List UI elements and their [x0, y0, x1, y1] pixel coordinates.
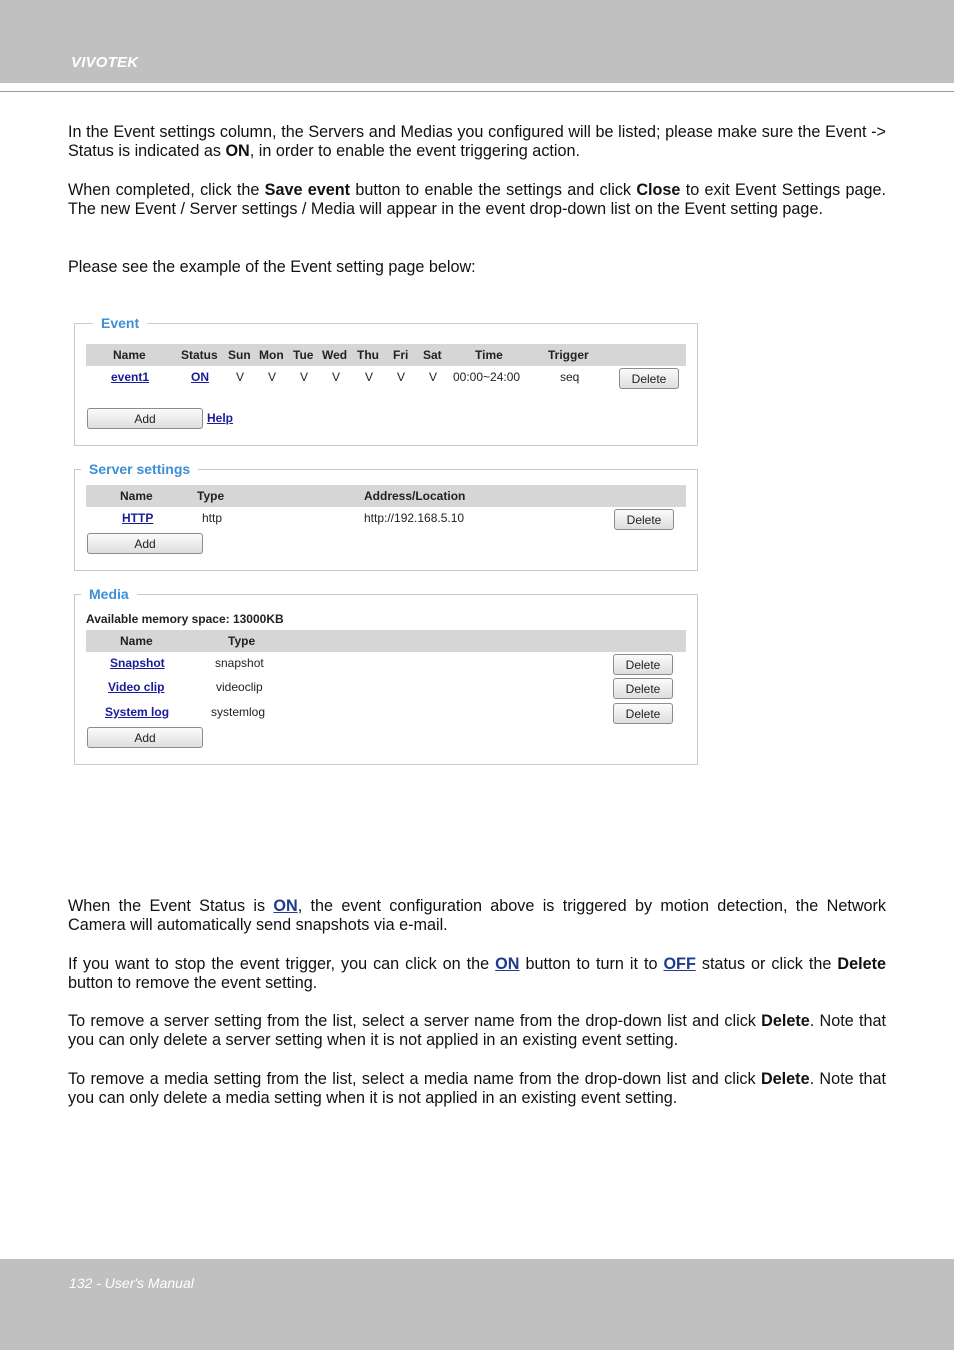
header-divider	[0, 91, 954, 92]
event-legend: Event	[93, 315, 148, 331]
server-delete-button[interactable]: Delete	[614, 509, 674, 530]
media-add-button[interactable]: Add	[87, 727, 203, 748]
event-trigger: seq	[560, 370, 580, 384]
intro-paragraph-3: Please see the example of the Event sett…	[68, 258, 476, 276]
media-delete-button[interactable]: Delete	[613, 678, 673, 699]
server-add-button[interactable]: Add	[87, 533, 203, 554]
day-tue: V	[300, 370, 309, 384]
available-memory: Available memory space: 13000KB	[86, 612, 284, 626]
page-footer	[0, 1259, 954, 1350]
text: button to enable the settings and click	[350, 181, 637, 199]
server-settings-legend: Server settings	[81, 461, 199, 477]
event-panel: Event Name Status Sun Mon Tue Wed Thu Fr…	[74, 315, 698, 446]
event-time: 00:00~24:00	[453, 370, 521, 384]
page-header: VIVOTEK	[0, 0, 954, 83]
media-type: videoclip	[216, 680, 263, 694]
bold-save-event: Save event	[264, 181, 351, 199]
server-table-header: Name Type Address/Location	[86, 485, 686, 507]
day-mon: V	[268, 370, 277, 384]
bold-close: Close	[636, 181, 681, 199]
col-name: Name	[120, 634, 153, 648]
text: When the Event Status is	[68, 897, 274, 915]
text: , in order to enable the event triggerin…	[249, 142, 581, 160]
on-link[interactable]: ON	[273, 897, 297, 915]
col-time: Time	[475, 348, 503, 362]
event-delete-button[interactable]: Delete	[619, 368, 679, 389]
col-status: Status	[181, 348, 218, 362]
col-trigger: Trigger	[548, 348, 589, 362]
text: status or click the	[695, 955, 838, 973]
server-address: http://192.168.5.10	[364, 511, 465, 525]
text: If you want to stop the event trigger, y…	[68, 955, 496, 973]
media-table-header: Name Type	[86, 630, 686, 652]
day-wed: V	[332, 370, 341, 384]
text: button to turn it to	[519, 955, 664, 973]
media-type: systemlog	[211, 705, 266, 719]
intro-paragraph-2: When completed, click the Save event but…	[68, 181, 886, 219]
col-type: Type	[197, 489, 225, 503]
help-link[interactable]: Help	[207, 411, 233, 425]
col-tue: Tue	[293, 348, 314, 362]
media-delete-button[interactable]: Delete	[613, 654, 673, 675]
day-sun: V	[236, 370, 245, 384]
note-paragraph-4: To remove a media setting from the list,…	[68, 1070, 886, 1108]
bold-delete: Delete	[837, 955, 887, 973]
page-number: 132 - User's Manual	[69, 1275, 194, 1291]
col-thu: Thu	[357, 348, 379, 362]
text: When completed, click the	[68, 181, 265, 199]
text: To remove a server setting from the list…	[68, 1012, 762, 1030]
server-settings-panel: Server settings Name Type Address/Locati…	[74, 461, 698, 571]
note-paragraph-1: When the Event Status is ON, the event c…	[68, 897, 886, 935]
day-fri: V	[397, 370, 406, 384]
media-name-link[interactable]: Snapshot	[110, 656, 165, 670]
day-thu: V	[365, 370, 374, 384]
media-legend: Media	[81, 586, 137, 602]
day-sat: V	[429, 370, 438, 384]
col-name: Name	[113, 348, 146, 362]
col-sun: Sun	[228, 348, 251, 362]
intro-paragraph-1: In the Event settings column, the Server…	[68, 123, 886, 161]
event-status-link[interactable]: ON	[191, 370, 209, 384]
on-link[interactable]: ON	[495, 955, 519, 973]
server-type: http	[202, 511, 223, 525]
media-type: snapshot	[215, 656, 264, 670]
bold-delete: Delete	[761, 1012, 810, 1030]
col-mon: Mon	[259, 348, 284, 362]
media-name-link[interactable]: System log	[105, 705, 169, 719]
col-fri: Fri	[393, 348, 409, 362]
media-name-link[interactable]: Video clip	[108, 680, 164, 694]
media-panel: Media Available memory space: 13000KB Na…	[74, 586, 698, 765]
media-delete-button[interactable]: Delete	[613, 703, 673, 724]
col-name: Name	[120, 489, 153, 503]
off-link[interactable]: OFF	[663, 955, 695, 973]
event-add-button[interactable]: Add	[87, 408, 203, 429]
note-paragraph-3: To remove a server setting from the list…	[68, 1012, 886, 1050]
bold-on: ON	[225, 142, 250, 160]
col-wed: Wed	[322, 348, 348, 362]
col-sat: Sat	[423, 348, 442, 362]
event-name-link[interactable]: event1	[111, 370, 149, 384]
col-type: Type	[228, 634, 256, 648]
server-name-link[interactable]: HTTP	[122, 511, 153, 525]
note-paragraph-2: If you want to stop the event trigger, y…	[68, 955, 886, 993]
col-address: Address/Location	[364, 489, 466, 503]
text: To remove a media setting from the list,…	[68, 1070, 761, 1088]
event-table-header: Name Status Sun Mon Tue Wed Thu Fri Sat …	[86, 344, 686, 366]
bold-delete: Delete	[760, 1070, 810, 1088]
text: button to remove the event setting.	[68, 974, 318, 992]
brand-logo: VIVOTEK	[71, 54, 139, 71]
